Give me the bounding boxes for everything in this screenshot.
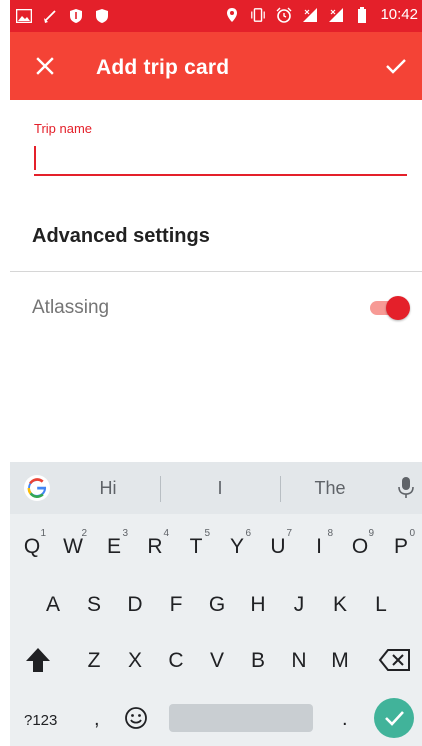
key-label: I xyxy=(316,535,322,558)
numbers-key[interactable]: ?123 xyxy=(24,712,57,729)
key-hint: 0 xyxy=(409,528,415,539)
advanced-settings-heading: Advanced settings xyxy=(32,225,210,247)
battery-icon xyxy=(354,6,370,23)
shift-icon xyxy=(26,648,50,672)
key-hint: 3 xyxy=(122,528,128,539)
key-j[interactable]: J xyxy=(279,578,319,632)
divider xyxy=(10,271,422,272)
location-icon xyxy=(224,7,240,23)
key-hint: 5 xyxy=(204,528,210,539)
key-e[interactable]: E3 xyxy=(94,520,134,574)
atlassing-toggle[interactable] xyxy=(370,296,412,320)
key-label: T xyxy=(189,535,203,558)
text-cursor xyxy=(34,146,36,170)
app-bar: Add trip card xyxy=(10,32,422,100)
toggle-thumb xyxy=(386,296,410,320)
key-u[interactable]: U7 xyxy=(258,520,298,574)
key-hint: 8 xyxy=(327,528,333,539)
backspace-icon xyxy=(378,649,410,671)
broom-icon xyxy=(42,8,58,24)
suggestion-the[interactable]: The xyxy=(290,478,370,499)
key-a[interactable]: A xyxy=(33,578,73,632)
key-l[interactable]: L xyxy=(361,578,401,632)
key-hint: 4 xyxy=(163,528,169,539)
key-w[interactable]: W2 xyxy=(53,520,93,574)
suggestion-i[interactable]: I xyxy=(180,478,260,499)
key-hint: 2 xyxy=(81,528,87,539)
emoji-key[interactable] xyxy=(123,705,149,731)
trip-name-label: Trip name xyxy=(34,121,93,136)
shield-icon xyxy=(68,8,84,24)
close-icon xyxy=(36,57,54,75)
enter-key[interactable] xyxy=(374,698,414,738)
key-hint: 9 xyxy=(368,528,374,539)
period-key[interactable]: . xyxy=(342,708,348,731)
suggestion-bar: Hi I The xyxy=(10,462,422,514)
check-icon xyxy=(385,711,404,726)
key-label: R xyxy=(147,535,163,558)
key-x[interactable]: X xyxy=(115,634,155,688)
key-label: Q xyxy=(23,535,41,558)
atlassing-label: Atlassing xyxy=(32,297,110,318)
page-title: Add trip card xyxy=(96,56,230,79)
key-v[interactable]: V xyxy=(197,634,237,688)
key-label: E xyxy=(106,535,121,558)
vibrate-icon xyxy=(250,7,266,23)
key-p[interactable]: P0 xyxy=(381,520,421,574)
key-m[interactable]: M xyxy=(320,634,360,688)
key-o[interactable]: O9 xyxy=(340,520,380,574)
comma-key[interactable]: , xyxy=(94,708,100,731)
check-icon xyxy=(386,59,406,74)
key-g[interactable]: G xyxy=(197,578,237,632)
status-time: 10:42 xyxy=(380,6,418,23)
key-label: Y xyxy=(229,535,244,558)
key-s[interactable]: S xyxy=(74,578,114,632)
soft-keyboard: Hi I The Q1W2E3R4T5Y6U7I8O9P0 ASDFGHJKL … xyxy=(10,462,422,746)
key-d[interactable]: D xyxy=(115,578,155,632)
key-k[interactable]: K xyxy=(320,578,360,632)
suggestion-separator xyxy=(280,476,281,502)
key-label: U xyxy=(270,535,286,558)
key-hint: 1 xyxy=(40,528,46,539)
suggestion-hi[interactable]: Hi xyxy=(68,478,148,499)
suggestion-separator xyxy=(160,476,161,502)
key-label: P xyxy=(393,535,408,558)
key-i[interactable]: I8 xyxy=(299,520,339,574)
key-label: W xyxy=(63,535,83,558)
key-f[interactable]: F xyxy=(156,578,196,632)
key-b[interactable]: B xyxy=(238,634,278,688)
key-hint: 7 xyxy=(286,528,292,539)
trip-name-input[interactable] xyxy=(34,142,407,176)
key-r[interactable]: R4 xyxy=(135,520,175,574)
backspace-key[interactable] xyxy=(378,648,412,672)
google-icon[interactable] xyxy=(24,475,50,501)
key-h[interactable]: H xyxy=(238,578,278,632)
signal-1-icon xyxy=(302,7,318,23)
confirm-button[interactable] xyxy=(382,52,410,80)
space-key[interactable] xyxy=(169,704,313,732)
key-z[interactable]: Z xyxy=(74,634,114,688)
key-y[interactable]: Y6 xyxy=(217,520,257,574)
alarm-icon xyxy=(276,7,292,23)
key-c[interactable]: C xyxy=(156,634,196,688)
key-label: O xyxy=(351,535,369,558)
close-button[interactable] xyxy=(32,53,58,79)
key-n[interactable]: N xyxy=(279,634,319,688)
signal-2-icon xyxy=(328,7,344,23)
key-t[interactable]: T5 xyxy=(176,520,216,574)
mic-icon[interactable] xyxy=(398,476,414,500)
shield-solid-icon xyxy=(94,8,110,24)
gallery-icon xyxy=(16,8,32,24)
smiley-icon xyxy=(125,707,147,729)
status-bar: 10:42 xyxy=(10,0,422,32)
key-q[interactable]: Q1 xyxy=(12,520,52,574)
key-hint: 6 xyxy=(245,528,251,539)
shift-key[interactable] xyxy=(22,646,54,674)
